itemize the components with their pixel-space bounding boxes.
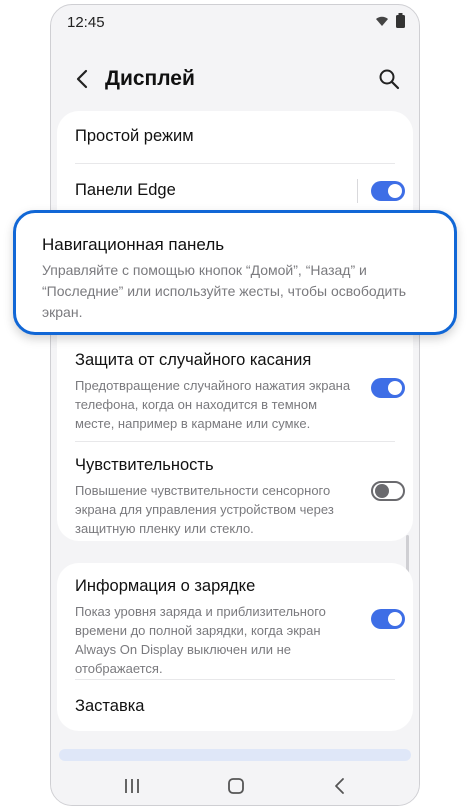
edge-panels-toggle[interactable] — [371, 181, 405, 201]
accidental-touch-label: Защита от случайного касания — [75, 351, 312, 369]
simple-mode-row[interactable]: Простой режим — [75, 127, 395, 146]
home-icon[interactable] — [223, 773, 249, 799]
charging-info-toggle[interactable] — [371, 609, 405, 629]
simple-mode-label: Простой режим — [75, 127, 194, 145]
edge-panels-label: Панели Edge — [75, 181, 176, 199]
recents-icon[interactable] — [119, 773, 145, 799]
navigation-panel-description: Управляйте с помощью кнопок “Домой”, “На… — [42, 262, 407, 320]
charging-info-description: Показ уровня заряда и приблизительного в… — [75, 604, 326, 676]
vertical-separator — [357, 179, 358, 203]
wifi-icon — [376, 16, 388, 26]
next-card-peek — [59, 749, 411, 761]
sensitivity-label: Чувствительность — [75, 456, 214, 474]
battery-icon — [396, 13, 405, 28]
status-time: 12:45 — [67, 14, 105, 31]
charging-info-label: Информация о зарядке — [75, 577, 256, 595]
screensaver-label: Заставка — [75, 697, 145, 715]
app-header: Дисплей — [51, 57, 419, 107]
accidental-touch-description: Предотвращение случайного нажатия экрана… — [75, 378, 351, 431]
navigation-bar — [51, 765, 419, 805]
back-arrow-icon[interactable] — [71, 67, 95, 91]
edge-panels-row[interactable]: Панели Edge — [75, 181, 395, 200]
page-title: Дисплей — [105, 67, 195, 90]
sensitivity-toggle[interactable] — [371, 481, 405, 501]
search-icon[interactable] — [377, 67, 401, 91]
divider — [75, 679, 395, 680]
back-nav-icon[interactable] — [327, 773, 353, 799]
sensitivity-row[interactable]: Чувствительность Повышение чувствительно… — [75, 456, 395, 538]
phone-frame: 12:45 Дисплей Простой режим Панели Edge — [50, 4, 420, 806]
navigation-panel-label: Навигационная панель — [42, 235, 225, 254]
divider — [75, 441, 395, 442]
accidental-touch-row[interactable]: Защита от случайного касания Предотвраще… — [75, 351, 395, 433]
accidental-touch-toggle[interactable] — [371, 378, 405, 398]
status-bar: 12:45 — [51, 5, 419, 39]
sensitivity-description: Повышение чувствительности сенсорного эк… — [75, 483, 334, 536]
charging-info-row[interactable]: Информация о зарядке Показ уровня заряда… — [75, 577, 395, 678]
divider — [75, 163, 395, 164]
navigation-panel-row-highlight[interactable]: Навигационная панель Управляйте с помощь… — [13, 210, 457, 335]
status-icons — [374, 13, 405, 28]
settings-card-secondary: Информация о зарядке Показ уровня заряда… — [57, 563, 413, 731]
screensaver-row[interactable]: Заставка — [75, 697, 395, 716]
